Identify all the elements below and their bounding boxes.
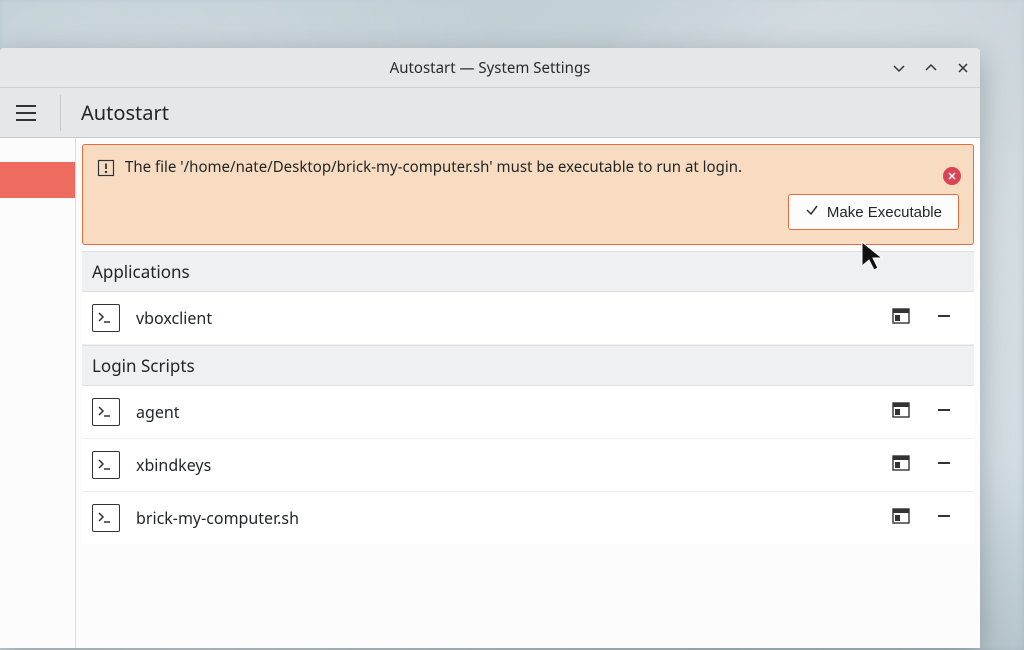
separator xyxy=(60,95,61,131)
page-title: Autostart xyxy=(81,99,169,126)
hamburger-line xyxy=(16,105,36,107)
row-actions xyxy=(892,507,964,530)
minimize-button[interactable] xyxy=(890,59,908,77)
make-executable-label: Make Executable xyxy=(827,204,942,221)
list-item[interactable]: agent xyxy=(82,386,974,439)
section-header-login-scripts: Login Scripts xyxy=(82,345,974,386)
close-button[interactable] xyxy=(954,59,972,77)
warning-banner: The file '/home/nate/Desktop/brick-my-co… xyxy=(82,144,974,245)
maximize-button[interactable] xyxy=(922,59,940,77)
item-label: brick-my-computer.sh xyxy=(136,507,876,529)
close-warning-button[interactable] xyxy=(943,167,961,185)
content-area: The file '/home/nate/Desktop/brick-my-co… xyxy=(76,138,980,648)
list-item[interactable]: xbindkeys xyxy=(82,439,974,492)
checkmark-icon xyxy=(805,203,819,221)
window-body: The file '/home/nate/Desktop/brick-my-co… xyxy=(0,138,980,648)
page-header: Autostart xyxy=(0,88,980,138)
terminal-icon xyxy=(92,304,120,332)
sidebar xyxy=(0,138,76,648)
item-label: vboxclient xyxy=(136,307,876,329)
row-actions xyxy=(892,307,964,330)
list-item[interactable]: brick-my-computer.sh xyxy=(82,492,974,544)
terminal-icon xyxy=(92,504,120,532)
terminal-icon xyxy=(92,398,120,426)
sidebar-accent-block xyxy=(0,162,75,198)
make-executable-button[interactable]: Make Executable xyxy=(788,194,959,230)
window-title: Autostart — System Settings xyxy=(390,58,591,78)
list-item[interactable]: vboxclient xyxy=(82,292,974,345)
remove-button[interactable] xyxy=(936,307,952,329)
settings-window: Autostart — System Settings Autostart xyxy=(0,48,980,648)
hamburger-line xyxy=(16,119,36,121)
row-actions xyxy=(892,454,964,477)
remove-button[interactable] xyxy=(936,401,952,423)
properties-button[interactable] xyxy=(892,307,910,330)
warning-message: The file '/home/nate/Desktop/brick-my-co… xyxy=(125,157,742,178)
window-controls xyxy=(890,48,972,88)
remove-button[interactable] xyxy=(936,507,952,529)
warning-icon xyxy=(97,159,115,177)
section-header-applications: Applications xyxy=(82,251,974,292)
row-actions xyxy=(892,401,964,424)
terminal-icon xyxy=(92,451,120,479)
remove-button[interactable] xyxy=(936,454,952,476)
item-label: agent xyxy=(136,401,876,423)
properties-button[interactable] xyxy=(892,507,910,530)
properties-button[interactable] xyxy=(892,401,910,424)
menu-button[interactable] xyxy=(10,97,42,129)
properties-button[interactable] xyxy=(892,454,910,477)
titlebar[interactable]: Autostart — System Settings xyxy=(0,48,980,88)
item-label: xbindkeys xyxy=(136,454,876,476)
hamburger-line xyxy=(16,112,36,114)
